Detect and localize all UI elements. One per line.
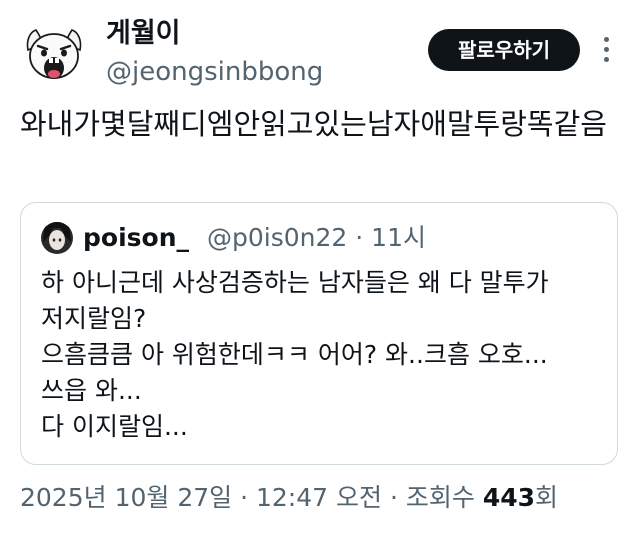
quote-tweet-card[interactable]: poison_ @p0is0n22 · 11시 하 아니근데 사상검증하는 남자…	[20, 202, 618, 465]
more-dot	[603, 37, 609, 42]
post-time[interactable]: 12:47 오전	[256, 483, 382, 512]
more-dot	[603, 47, 609, 52]
quote-timestamp[interactable]: 11시	[371, 223, 426, 252]
quote-line: 저지랄임?	[41, 304, 147, 333]
quote-separator: ·	[355, 223, 364, 252]
quote-line: 다 이지랄임...	[41, 412, 188, 441]
tweet-text: 와내가몇달째디엠안읽고있는남자애말투랑똑같음	[20, 107, 607, 141]
more-options-icon[interactable]	[596, 34, 616, 66]
meta-separator: ·	[240, 483, 249, 512]
post-date[interactable]: 2025년 10월 27일	[20, 483, 232, 512]
quote-author-handle[interactable]: @p0is0n22	[207, 223, 347, 252]
quote-line: 쓰읍 와...	[41, 376, 142, 405]
meta-separator: ·	[389, 483, 398, 512]
views-count: 443	[482, 483, 536, 512]
views-label: 조회수	[405, 483, 475, 512]
follow-button[interactable]: 팔로우하기	[428, 29, 580, 71]
quote-line: 으흠큼큼 아 위험한데ㅋㅋ 어어? 와..크흠 오호...	[41, 340, 548, 369]
tweet-meta: 2025년 10월 27일 · 12:47 오전 · 조회수 443회	[20, 480, 558, 516]
author-display-name[interactable]: 게월이	[106, 16, 181, 52]
views-suffix: 회	[535, 483, 559, 512]
quote-meta: @p0is0n22 · 11시	[207, 220, 426, 256]
quote-text: 하 아니근데 사상검증하는 남자들은 왜 다 말투가 저지랄임? 으흠큼큼 아 …	[41, 265, 611, 445]
quote-author-avatar[interactable]	[41, 222, 73, 254]
quote-author-name[interactable]: poison_	[83, 220, 189, 256]
author-handle[interactable]: @jeongsinbbong	[106, 54, 323, 90]
more-dot	[603, 57, 609, 62]
quote-line: 하 아니근데 사상검증하는 남자들은 왜 다 말투가	[41, 268, 549, 297]
author-avatar[interactable]	[20, 20, 88, 88]
